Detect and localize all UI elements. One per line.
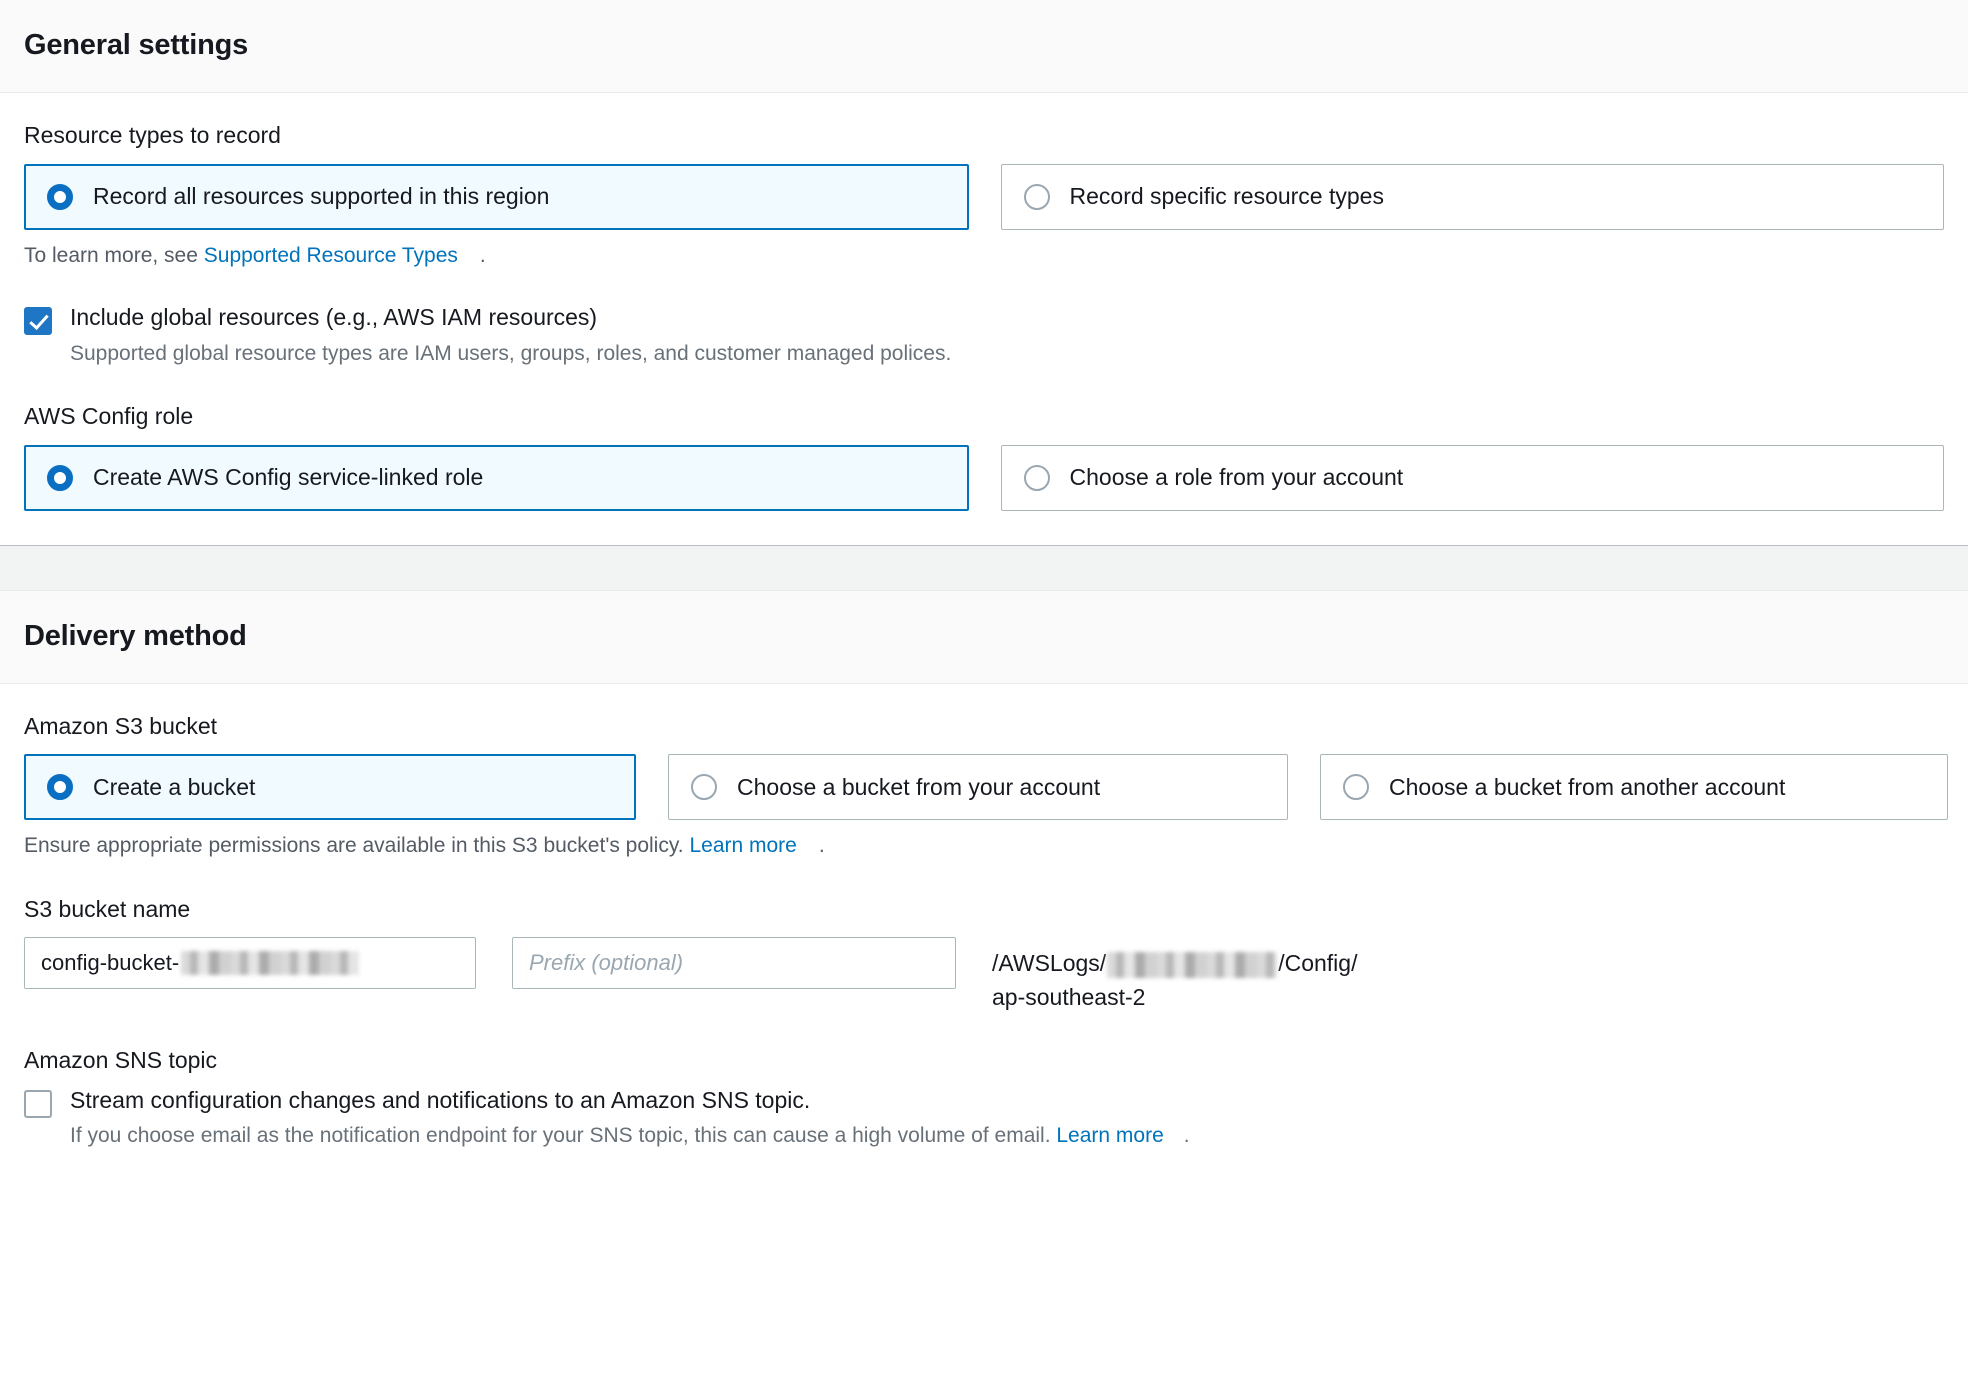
sns-topic-field: Amazon SNS topic Stream configuration ch… <box>24 1046 1944 1175</box>
radio-icon-unselected[interactable] <box>1023 464 1050 491</box>
path-suffix: /Config/ <box>1278 950 1358 977</box>
radio-icon-selected[interactable] <box>47 464 73 491</box>
radio-tile-choose-bucket-from-your-account[interactable]: Choose a bucket from your account <box>668 754 1288 821</box>
aws-config-role-label: AWS Config role <box>24 402 194 429</box>
aws-config-role-field: AWS Config role Create AWS Config servic… <box>24 402 1944 545</box>
sns-topic-label: Amazon SNS topic <box>24 1047 218 1074</box>
help-prefix: To learn more, see <box>24 243 204 267</box>
sns-topic-text: Stream configuration changes and notific… <box>70 1087 1190 1151</box>
description-suffix: . <box>1183 1124 1190 1148</box>
redacted-account-id <box>1107 952 1278 979</box>
s3-bucket-name-inputs: config-bucket- Prefix (optional) /AWSLog… <box>24 937 1944 1014</box>
radio-icon-selected[interactable] <box>47 183 73 210</box>
sns-topic-checkbox-label: Stream configuration changes and notific… <box>70 1086 811 1113</box>
aws-config-settings-page: General settings Resource types to recor… <box>0 0 1968 1386</box>
general-settings-header: General settings <box>0 0 1968 93</box>
s3-bucket-name-input[interactable]: config-bucket- <box>24 937 476 990</box>
help-prefix: Ensure appropriate permissions are avail… <box>24 834 690 858</box>
include-global-resources-label: Include global resources (e.g., AWS IAM … <box>70 303 598 330</box>
delivery-method-header: Delivery method <box>0 590 1968 684</box>
radio-tile-choose-role-from-account[interactable]: Choose a role from your account <box>1000 444 1944 511</box>
radio-icon-selected[interactable] <box>47 774 73 801</box>
radio-tile-label: Record all resources supported in this r… <box>93 182 550 209</box>
sns-learn-more-link[interactable]: Learn more <box>1056 1124 1163 1147</box>
radio-icon-unselected[interactable] <box>691 774 717 801</box>
sns-topic-checkbox-row: Stream configuration changes and notific… <box>24 1087 1944 1151</box>
help-suffix: . <box>818 834 825 858</box>
radio-tile-label: Choose a bucket from your account <box>737 773 1101 800</box>
sns-topic-description: If you choose email as the notification … <box>70 1122 1190 1150</box>
s3-bucket-name-value: config-bucket- <box>41 950 180 976</box>
s3-bucket-help-text: Ensure appropriate permissions are avail… <box>24 832 1944 860</box>
radio-tile-record-all-resources[interactable]: Record all resources supported in this r… <box>24 163 969 230</box>
checkbox-stream-to-sns-topic[interactable] <box>24 1089 52 1118</box>
radio-tile-create-service-linked-role[interactable]: Create AWS Config service-linked role <box>24 444 969 511</box>
resource-types-field: Resource types to record Record all reso… <box>24 93 1944 270</box>
general-settings-panel: General settings Resource types to recor… <box>0 0 1968 545</box>
s3-prefix-input[interactable]: Prefix (optional) <box>512 937 956 990</box>
aws-config-role-options: Create AWS Config service-linked role Ch… <box>24 444 1944 511</box>
radio-tile-label: Create AWS Config service-linked role <box>93 463 484 490</box>
s3-delivery-path-line2: ap-southeast-2 <box>992 983 1146 1010</box>
redacted-account-suffix <box>181 951 360 976</box>
radio-tile-label: Create a bucket <box>93 773 256 800</box>
path-prefix: /AWSLogs/ <box>992 950 1107 977</box>
s3-delivery-path: /AWSLogs/ /Config/ ap-southeast-2 <box>992 937 1357 1014</box>
s3-bucket-name-field: S3 bucket name config-bucket- Prefix (op… <box>24 895 1944 1014</box>
s3-bucket-field: Amazon S3 bucket Create a bucket Choose … <box>24 684 1948 861</box>
resource-types-options: Record all resources supported in this r… <box>24 163 1944 230</box>
s3-bucket-label: Amazon S3 bucket <box>24 712 218 739</box>
radio-tile-label: Choose a bucket from another account <box>1389 773 1786 800</box>
include-global-resources-text: Include global resources (e.g., AWS IAM … <box>70 304 951 368</box>
include-global-resources-description: Supported global resource types are IAM … <box>70 341 952 365</box>
radio-tile-label: Choose a role from your account <box>1069 463 1404 490</box>
delivery-method-panel: Delivery method Amazon S3 bucket Create … <box>0 590 1968 1175</box>
resource-types-help-text: To learn more, see Supported Resource Ty… <box>24 242 1944 270</box>
general-settings-body: Resource types to record Record all reso… <box>0 93 1968 545</box>
page-title: General settings <box>24 29 249 61</box>
s3-bucket-name-label: S3 bucket name <box>24 895 191 922</box>
s3-bucket-options: Create a bucket Choose a bucket from you… <box>24 754 1948 821</box>
delivery-method-body: Amazon S3 bucket Create a bucket Choose … <box>0 684 1968 1175</box>
s3-delivery-path-line1: /AWSLogs/ /Config/ <box>992 947 1357 980</box>
radio-tile-create-a-bucket[interactable]: Create a bucket <box>24 754 636 821</box>
radio-icon-unselected[interactable] <box>1023 183 1050 210</box>
radio-tile-choose-bucket-from-another-account[interactable]: Choose a bucket from another account <box>1320 754 1948 821</box>
help-suffix: . <box>479 243 486 267</box>
radio-icon-unselected[interactable] <box>1343 774 1369 801</box>
s3-prefix-placeholder: Prefix (optional) <box>529 950 684 976</box>
radio-tile-record-specific-resource-types[interactable]: Record specific resource types <box>1000 163 1944 230</box>
supported-resource-types-link[interactable]: Supported Resource Types <box>204 244 458 267</box>
description-prefix: If you choose email as the notification … <box>70 1124 1057 1148</box>
include-global-resources-row: Include global resources (e.g., AWS IAM … <box>24 304 1944 368</box>
delivery-method-title: Delivery method <box>24 619 247 652</box>
s3-policy-learn-more-link[interactable]: Learn more <box>689 834 796 857</box>
checkbox-include-global-resources[interactable] <box>24 306 52 335</box>
section-divider <box>0 544 1968 591</box>
radio-tile-label: Record specific resource types <box>1069 182 1384 209</box>
resource-types-label: Resource types to record <box>24 121 281 148</box>
